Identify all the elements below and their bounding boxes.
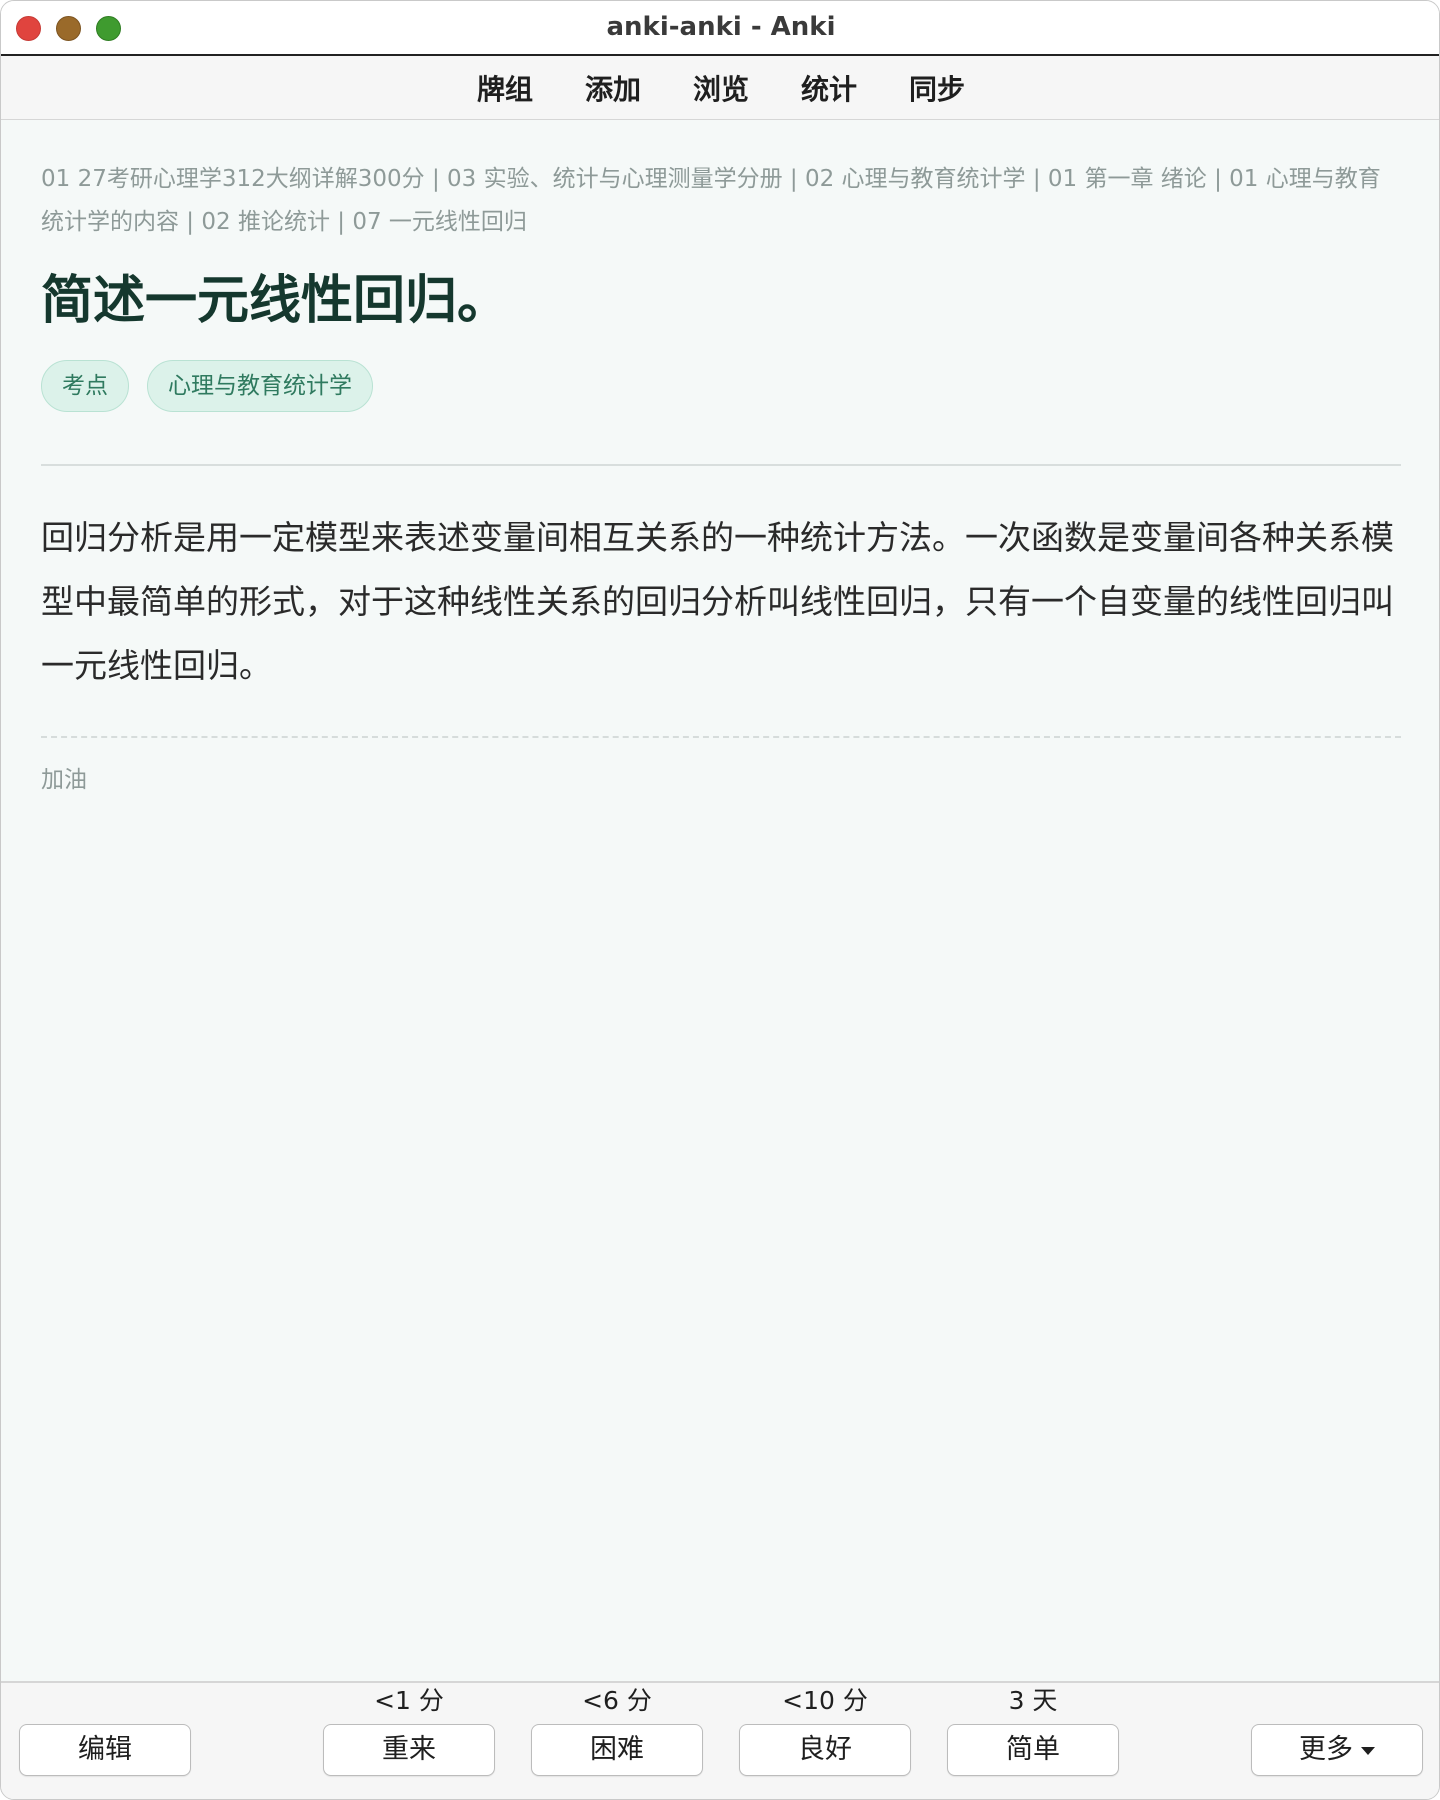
answer-divider <box>41 464 1401 466</box>
hard-button[interactable]: 困难 <box>531 1724 703 1776</box>
tag-chip: 考点 <box>41 360 129 412</box>
more-button[interactable]: 更多 <box>1251 1724 1423 1776</box>
anki-window: anki-anki - Anki 牌组 添加 浏览 统计 同步 01 27考研心… <box>0 0 1440 1800</box>
toolbar-decks[interactable]: 牌组 <box>451 68 559 108</box>
title-bar[interactable]: anki-anki - Anki <box>1 1 1439 56</box>
main-toolbar: 牌组 添加 浏览 统计 同步 <box>1 56 1439 120</box>
tag-chip: 心理与教育统计学 <box>147 360 373 412</box>
good-button-label: 良好 <box>798 1734 852 1765</box>
edit-button[interactable]: 编辑 <box>19 1724 191 1776</box>
toolbar-browse[interactable]: 浏览 <box>667 68 775 108</box>
again-button[interactable]: 重来 <box>323 1724 495 1776</box>
toolbar-sync[interactable]: 同步 <box>883 68 991 108</box>
hard-button-label: 困难 <box>590 1734 644 1765</box>
again-button-label: 重来 <box>382 1734 436 1765</box>
review-bottom-bar: 编辑 <1 分 重来 <6 分 困难 <10 分 良好 3 天 简单 更多 <box>1 1681 1439 1799</box>
chevron-down-icon <box>1361 1746 1375 1755</box>
easy-button[interactable]: 简单 <box>947 1724 1119 1776</box>
easy-interval: 3 天 <box>1008 1686 1058 1715</box>
again-interval: <1 分 <box>374 1686 444 1715</box>
extra-divider <box>41 736 1401 738</box>
hard-interval: <6 分 <box>582 1686 652 1715</box>
card-extra-note: 加油 <box>41 767 87 793</box>
good-button[interactable]: 良好 <box>739 1724 911 1776</box>
card-question: 简述一元线性回归。 <box>41 271 510 331</box>
window-title: anki-anki - Anki <box>606 12 836 42</box>
card-answer: 回归分析是用一定模型来表述变量间相互关系的一种统计方法。一次函数是变量间各种关系… <box>41 518 1394 685</box>
toolbar-stats[interactable]: 统计 <box>775 68 883 108</box>
more-button-label: 更多 <box>1299 1734 1353 1765</box>
easy-button-label: 简单 <box>1006 1734 1060 1765</box>
edit-button-label: 编辑 <box>78 1734 132 1765</box>
deck-breadcrumb: 01 27考研心理学312大纲详解300分 | 03 实验、统计与心理测量学分册… <box>41 166 1381 235</box>
toolbar-add[interactable]: 添加 <box>559 68 667 108</box>
tag-list: 考点 心理与教育统计学 <box>41 360 1401 412</box>
card-content: 01 27考研心理学312大纲详解300分 | 03 实验、统计与心理测量学分册… <box>41 120 1401 794</box>
good-interval: <10 分 <box>782 1686 868 1715</box>
